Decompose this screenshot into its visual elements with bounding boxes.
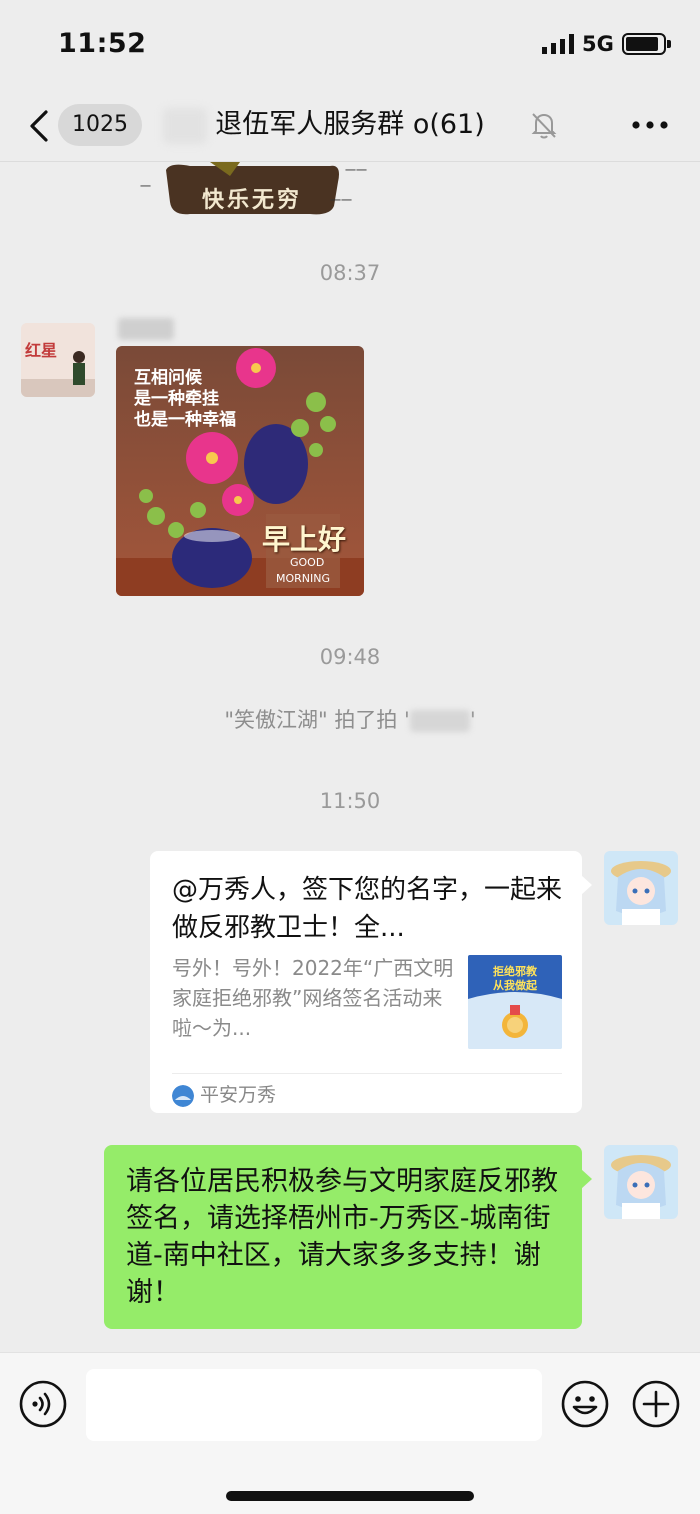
greeting-image-message[interactable]: 互相问候 是一种牵挂 也是一种幸福 早上好 GOOD MORNING [116,346,364,596]
system-notice-text: "笑傲江湖" 拍了拍 ' [224,708,410,732]
chat-title: 退伍军人服务群 o(61) [215,109,485,140]
sender-avatar[interactable]: 红星 [21,323,95,397]
svg-text:一: 一 [140,180,151,193]
greeting-line-2: 是一种牵挂 [134,389,219,409]
avatar-caption: 红星 [25,341,58,360]
status-bar: 11:52 5G [0,0,700,88]
timestamp: 09:48 [319,645,381,669]
message-input[interactable] [86,1369,542,1441]
network-type: 5G [582,32,614,56]
back-chevron-icon[interactable] [22,106,56,146]
greeting-big-text: 早上好 [262,523,347,556]
greeting-line-1: 互相问候 [134,368,202,388]
emoji-icon[interactable] [560,1379,610,1429]
timestamp: 08:37 [319,261,381,285]
voice-input-icon[interactable] [18,1379,68,1429]
svg-text:一一: 一一 [330,194,352,207]
status-time: 11:52 [58,28,147,59]
my-avatar[interactable] [604,851,678,925]
redacted-nickname [118,318,174,340]
greeting-morning-text: MORNING [276,572,331,585]
system-notice: "笑傲江湖" 拍了拍 ' ' [0,704,700,734]
signal-icon [542,34,574,54]
more-options-icon[interactable] [630,112,670,138]
link-description: 号外！号外！2022年“广西文明家庭拒绝邪教”网络签名活动来啦～为... [172,956,454,1040]
my-avatar[interactable] [604,1145,678,1219]
thumb-line-2: 从我做起 [493,979,537,992]
unread-count-badge[interactable]: 1025 [58,104,142,146]
previous-image-message[interactable]: 一 一一 一一 快乐无穷 [130,162,400,220]
redacted-text [163,108,208,144]
link-source: 平安万秀 [172,1077,562,1113]
battery-icon [622,33,666,55]
link-thumbnail: 拒绝邪教 从我做起 [468,955,562,1049]
timestamp: 11:50 [319,789,381,813]
message-text: 请各位居民积极参与文明家庭反邪教签名，请选择梧州市-万秀区-城南街道-南中社区，… [126,1166,558,1308]
plus-icon[interactable] [631,1379,681,1429]
shared-link-card[interactable]: @万秀人，签下您的名字，一起来做反邪教卫士！全... 号外！号外！2022年“广… [150,851,592,1113]
greeting-line-3: 也是一种幸福 [134,410,236,430]
system-notice-end: ' [469,708,476,732]
link-title: @万秀人，签下您的名字，一起来做反邪教卫士！全... [172,875,563,943]
input-bar [0,1352,700,1514]
svg-text:一一: 一一 [345,164,367,177]
source-name: 平安万秀 [200,1084,277,1106]
home-indicator [226,1491,474,1501]
source-logo-icon [172,1085,194,1107]
mute-bell-icon [531,113,557,139]
redacted-name [409,710,470,732]
top-image-caption: 快乐无穷 [202,187,303,213]
chat-header: 退伍军人服务群 o(61) 1025 [0,88,700,162]
greeting-good-text: GOOD [290,556,325,569]
sent-text-message[interactable]: 请各位居民积极参与文明家庭反邪教签名，请选择梧州市-万秀区-城南街道-南中社区，… [104,1145,592,1329]
